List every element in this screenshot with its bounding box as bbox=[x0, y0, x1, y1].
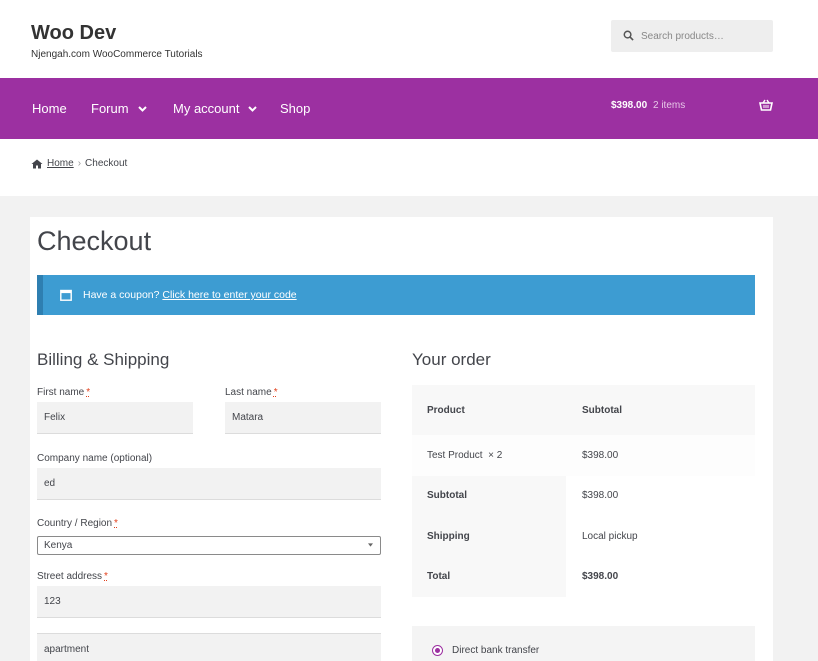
order-item-total: $398.00 bbox=[582, 449, 619, 461]
coupon-notice: Have a coupon? Click here to enter your … bbox=[37, 275, 755, 315]
last-name-label-text: Last name bbox=[225, 387, 272, 398]
first-name-label: First name * bbox=[37, 387, 90, 398]
country-select[interactable]: Kenya bbox=[37, 536, 381, 555]
last-name-label: Last name * bbox=[225, 387, 278, 398]
street-address-field[interactable] bbox=[37, 586, 381, 618]
nav-item-label: Forum bbox=[91, 101, 129, 116]
home-icon bbox=[31, 159, 43, 168]
order-review-table: Product Subtotal Test Product × 2 $398.0… bbox=[412, 385, 755, 597]
nav-item-home[interactable]: Home bbox=[32, 101, 67, 116]
order-item-row: Test Product × 2 $398.00 bbox=[412, 435, 755, 476]
country-selected-value: Kenya bbox=[44, 540, 73, 551]
search-input[interactable] bbox=[641, 20, 769, 52]
site-title[interactable]: Woo Dev bbox=[31, 22, 116, 45]
product-quantity: × 2 bbox=[488, 449, 503, 461]
primary-navigation: Home Forum My account Shop $398.00 2 ite… bbox=[0, 78, 818, 139]
nav-item-my-account[interactable]: My account bbox=[173, 101, 258, 116]
coupon-link[interactable]: Click here to enter your code bbox=[162, 289, 296, 301]
row-label: Shipping bbox=[412, 516, 566, 557]
breadcrumb-current: Checkout bbox=[85, 158, 128, 169]
nav-item-label: My account bbox=[173, 101, 240, 116]
order-item-name: Test Product × 2 bbox=[412, 435, 566, 476]
row-value: Local pickup bbox=[582, 530, 638, 542]
row-value: $398.00 bbox=[582, 571, 619, 583]
product-name: Test Product bbox=[427, 449, 483, 461]
order-table-header: Product Subtotal bbox=[412, 385, 755, 435]
chevron-down-icon bbox=[248, 105, 258, 112]
last-name-field[interactable] bbox=[225, 402, 381, 434]
row-value: $398.00 bbox=[582, 490, 619, 502]
breadcrumb-home-link[interactable]: Home bbox=[47, 158, 74, 169]
site-tagline: Njengah.com WooCommerce Tutorials bbox=[31, 49, 203, 60]
dropdown-arrow-icon bbox=[368, 543, 373, 547]
apartment-field[interactable] bbox=[37, 633, 381, 661]
breadcrumb-separator: › bbox=[77, 158, 82, 169]
header-product: Product bbox=[427, 404, 465, 416]
search-box[interactable] bbox=[611, 20, 773, 52]
header-cart[interactable]: $398.00 2 items bbox=[611, 99, 774, 115]
cart-count: 2 items bbox=[653, 100, 686, 111]
company-field[interactable] bbox=[37, 468, 381, 500]
header-subtotal: Subtotal bbox=[582, 404, 622, 416]
required-marker: * bbox=[114, 518, 118, 529]
search-icon bbox=[623, 30, 634, 41]
cart-amount: $398.00 bbox=[611, 100, 648, 111]
payment-radio-bacs[interactable] bbox=[432, 645, 443, 656]
row-label: Subtotal bbox=[412, 475, 566, 516]
order-total-row: Total $398.00 bbox=[412, 556, 755, 597]
chevron-down-icon bbox=[137, 105, 147, 112]
required-marker: * bbox=[86, 387, 91, 398]
nav-item-label: Home bbox=[32, 101, 67, 116]
payment-methods: Direct bank transfer bbox=[412, 626, 755, 661]
required-marker: * bbox=[273, 387, 278, 398]
first-name-field[interactable] bbox=[37, 402, 193, 434]
row-label: Total bbox=[412, 556, 566, 597]
breadcrumb: Home › Checkout bbox=[31, 158, 127, 169]
first-name-label-text: First name bbox=[37, 387, 85, 398]
basket-icon bbox=[759, 99, 773, 111]
order-title: Your order bbox=[412, 350, 491, 369]
company-label: Company name (optional) bbox=[37, 453, 153, 464]
coupon-text: Have a coupon? bbox=[83, 289, 160, 301]
country-label: Country / Region * bbox=[37, 518, 118, 529]
order-shipping-row: Shipping Local pickup bbox=[412, 516, 755, 557]
nav-item-forum[interactable]: Forum bbox=[91, 101, 147, 116]
billing-title: Billing & Shipping bbox=[37, 350, 170, 369]
calendar-icon bbox=[60, 289, 72, 301]
nav-item-shop[interactable]: Shop bbox=[280, 101, 310, 116]
payment-method-label[interactable]: Direct bank transfer bbox=[452, 645, 539, 656]
required-marker: * bbox=[104, 571, 108, 582]
country-label-text: Country / Region bbox=[37, 518, 113, 529]
nav-item-label: Shop bbox=[280, 101, 311, 116]
order-subtotal-row: Subtotal $398.00 bbox=[412, 475, 755, 516]
page-title: Checkout bbox=[37, 226, 152, 256]
street-address-label: Street address * bbox=[37, 571, 108, 582]
street-address-label-text: Street address bbox=[37, 571, 103, 582]
